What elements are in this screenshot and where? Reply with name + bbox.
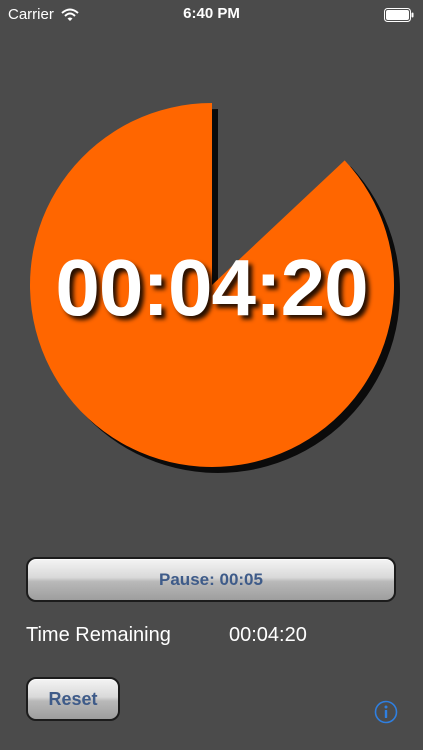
time-remaining-label: Time Remaining bbox=[26, 624, 171, 646]
status-bar: Carrier 6:40 PM bbox=[0, 0, 423, 30]
info-icon[interactable] bbox=[374, 700, 398, 724]
pause-button[interactable]: Pause: 00:05 bbox=[26, 557, 396, 602]
reset-button[interactable]: Reset bbox=[26, 677, 120, 721]
battery-icon bbox=[384, 8, 414, 22]
status-time: 6:40 PM bbox=[183, 5, 240, 22]
timer-readout: 00:04:20 bbox=[55, 243, 368, 332]
time-remaining-value: 00:04:20 bbox=[229, 624, 307, 646]
